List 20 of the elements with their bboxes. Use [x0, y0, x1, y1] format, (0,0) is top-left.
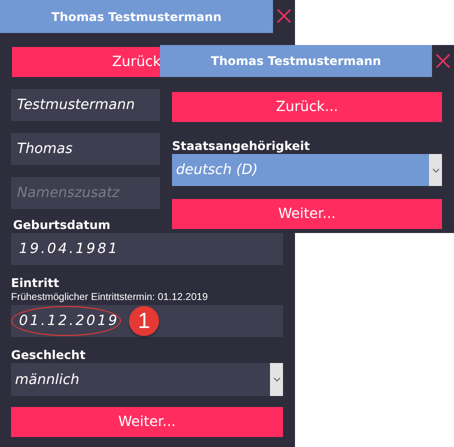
hint-text: Frühestmöglicher Eintrittstermin: 01.12.2019: [11, 291, 209, 304]
input-field[interactable]: Namenszusatz: [11, 177, 160, 209]
date-field[interactable]: 19.04.1981: [11, 233, 283, 265]
field-label: Geschlecht: [11, 347, 86, 363]
window-title: Thomas Testmustermann: [160, 45, 432, 77]
field-label: Geburtsdatum: [13, 217, 112, 233]
back-button[interactable]: Zurück: [12, 47, 161, 77]
back-button[interactable]: Zurück...: [172, 92, 442, 122]
next-button[interactable]: Weiter...: [172, 199, 442, 229]
close-icon[interactable]: [435, 53, 451, 69]
field-label: Eintritt: [11, 275, 60, 291]
input-field[interactable]: Thomas: [11, 133, 160, 165]
select-field[interactable]: männlich: [11, 363, 283, 396]
input-field[interactable]: Testmustermann: [11, 89, 160, 121]
field-label: Staatsangehörigkeit: [172, 138, 311, 154]
next-button[interactable]: Weiter...: [11, 407, 283, 437]
chevron-down-icon: [272, 377, 280, 382]
window-title: Thomas Testmustermann: [0, 0, 273, 33]
chevron-down-icon: [432, 168, 440, 172]
close-icon[interactable]: [276, 8, 292, 24]
